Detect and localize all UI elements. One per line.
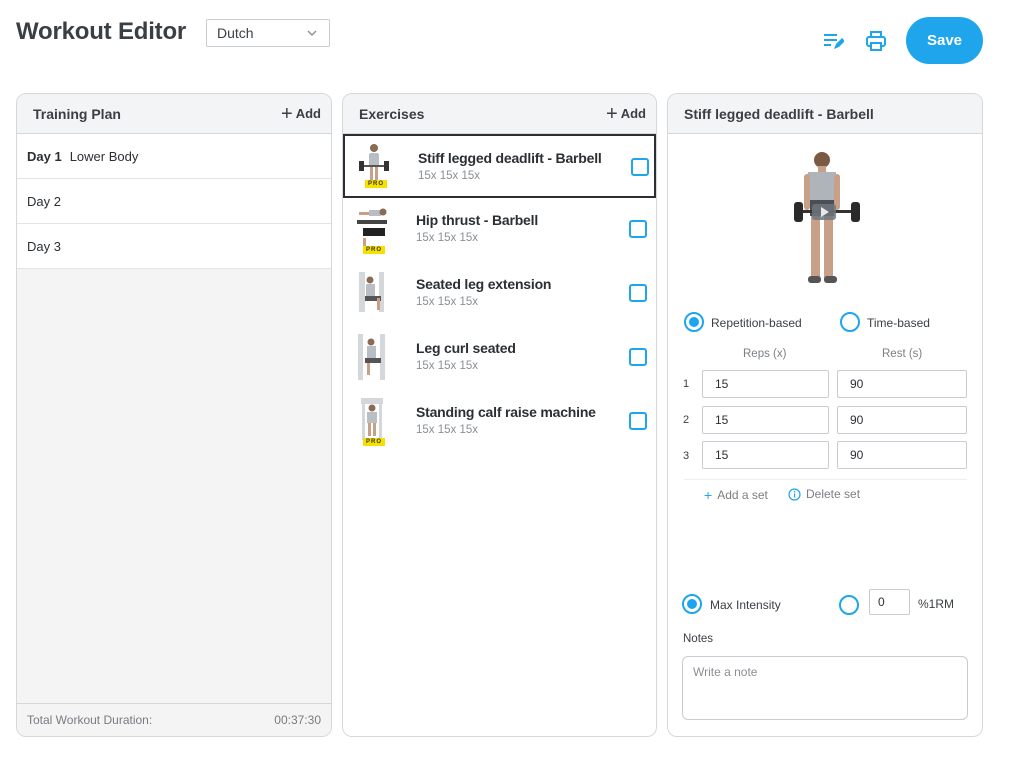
exercises-panel: Exercises + Add PRO Stiff legged deadlif… — [342, 93, 657, 737]
time-based-radio[interactable] — [840, 312, 860, 332]
add-exercise-button[interactable]: + Add — [606, 102, 646, 125]
training-plan-panel: Training Plan + Add Day 1 Lower Body Day… — [16, 93, 332, 737]
max-intensity-radio[interactable] — [682, 594, 702, 614]
edit-list-icon[interactable] — [822, 30, 844, 52]
add-exercise-label: Add — [620, 106, 646, 121]
exercise-sets: 15x 15x 15x — [416, 232, 479, 244]
plus-icon: + — [281, 102, 293, 125]
exercises-title: Exercises — [359, 105, 425, 122]
rest-input[interactable]: 90 — [837, 370, 967, 398]
add-day-button[interactable]: + Add — [281, 102, 321, 125]
plus-icon: + — [704, 487, 713, 503]
delete-set-button[interactable]: Delete set — [788, 487, 860, 501]
delete-set-label: Delete set — [806, 487, 861, 501]
day-label: Day 3 — [27, 238, 61, 254]
exercise-sets: 15x 15x 15x — [416, 424, 479, 436]
day-row[interactable]: Day 3 — [17, 224, 331, 269]
sets-divider — [684, 479, 967, 480]
exercise-demo-figure[interactable] — [794, 150, 860, 292]
reps-input[interactable]: 15 — [702, 406, 829, 434]
duration-value: 00:37:30 — [274, 713, 321, 727]
exercise-name: Stiff legged deadlift - Barbell — [418, 150, 602, 166]
reps-column-header: Reps (x) — [743, 348, 787, 360]
day-label: Day 2 — [27, 193, 61, 209]
day-label: Day 1 — [27, 148, 62, 164]
exercise-detail-panel: Stiff legged deadlift - Barbell Repetiti… — [667, 93, 983, 737]
add-day-label: Add — [295, 106, 321, 121]
language-value: Dutch — [217, 25, 254, 41]
plus-icon: + — [606, 102, 618, 125]
save-button[interactable]: Save — [906, 17, 983, 64]
time-based-label: Time-based — [867, 316, 930, 330]
rest-column-header: Rest (s) — [882, 348, 923, 360]
exercise-checkbox[interactable] — [629, 348, 647, 366]
leg-extension-thumbnail — [359, 272, 384, 312]
duration-label: Total Workout Duration: — [27, 713, 153, 727]
set-number: 2 — [683, 414, 690, 426]
reps-input[interactable]: 15 — [702, 370, 829, 398]
repetition-based-label: Repetition-based — [711, 316, 802, 330]
add-set-label: Add a set — [717, 488, 768, 502]
language-select[interactable]: Dutch — [206, 19, 330, 47]
exercise-detail-title: Stiff legged deadlift - Barbell — [684, 105, 874, 122]
exercise-row[interactable]: PRO Standing calf raise machine 15x 15x … — [343, 390, 656, 454]
set-number: 3 — [683, 450, 690, 462]
day-row[interactable]: Day 1 Lower Body — [17, 134, 331, 179]
info-icon — [788, 487, 801, 501]
exercise-checkbox[interactable] — [629, 412, 647, 430]
exercise-row[interactable]: PRO Hip thrust - Barbell 15x 15x 15x — [343, 198, 656, 262]
chevron-down-icon — [307, 30, 317, 36]
repetition-based-radio[interactable] — [684, 312, 704, 332]
exercise-sets: 15x 15x 15x — [416, 360, 479, 372]
pro-badge: PRO — [363, 438, 385, 446]
exercise-name: Seated leg extension — [416, 276, 552, 292]
pro-badge: PRO — [365, 180, 387, 188]
training-plan-header: Training Plan + Add — [17, 94, 331, 134]
exercise-detail-header: Stiff legged deadlift - Barbell — [668, 94, 982, 134]
set-number: 1 — [683, 378, 690, 390]
exercise-row[interactable]: PRO Stiff legged deadlift - Barbell 15x … — [343, 134, 656, 198]
print-icon[interactable] — [865, 30, 887, 52]
page-title: Workout Editor — [16, 18, 187, 45]
notes-label: Notes — [683, 633, 714, 645]
training-plan-title: Training Plan — [33, 105, 121, 122]
add-set-button[interactable]: + Add a set — [704, 487, 768, 503]
day-name: Lower Body — [69, 148, 139, 164]
exercise-sets: 15x 15x 15x — [416, 296, 479, 308]
notes-textarea[interactable]: Write a note — [682, 656, 968, 720]
exercise-row[interactable]: Seated leg extension 15x 15x 15x — [343, 262, 656, 326]
exercise-name: Standing calf raise machine — [416, 404, 596, 420]
percent-rm-input[interactable]: 0 — [869, 589, 910, 615]
rest-input[interactable]: 90 — [837, 406, 967, 434]
workout-duration-footer: Total Workout Duration: 00:37:30 — [17, 703, 331, 736]
max-intensity-label: Max Intensity — [710, 598, 781, 612]
percent-rm-radio[interactable] — [839, 595, 859, 615]
rest-input[interactable]: 90 — [837, 441, 967, 469]
percent-rm-unit: %1RM — [918, 597, 955, 611]
day-row[interactable]: Day 2 — [17, 179, 331, 224]
exercise-checkbox[interactable] — [629, 220, 647, 238]
exercise-name: Hip thrust - Barbell — [416, 212, 539, 228]
exercise-checkbox[interactable] — [631, 158, 649, 176]
exercise-sets: 15x 15x 15x — [418, 170, 481, 182]
exercise-checkbox[interactable] — [629, 284, 647, 302]
exercises-header: Exercises + Add — [343, 94, 656, 134]
exercise-row[interactable]: Leg curl seated 15x 15x 15x — [343, 326, 656, 390]
exercise-name: Leg curl seated — [416, 340, 516, 356]
leg-curl-thumbnail — [358, 334, 385, 380]
pro-badge: PRO — [363, 246, 385, 254]
reps-input[interactable]: 15 — [702, 441, 829, 469]
